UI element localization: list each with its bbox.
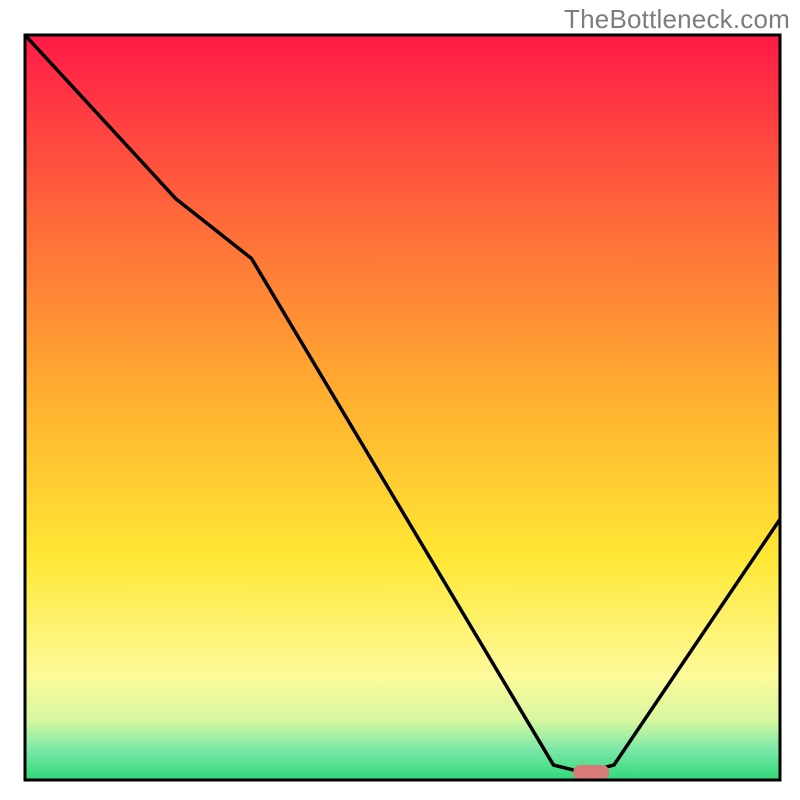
optimal-marker — [573, 765, 609, 780]
chart-svg — [0, 0, 800, 800]
watermark-text: TheBottleneck.com — [564, 4, 790, 35]
gradient-background — [25, 35, 780, 780]
chart-container: TheBottleneck.com — [0, 0, 800, 800]
